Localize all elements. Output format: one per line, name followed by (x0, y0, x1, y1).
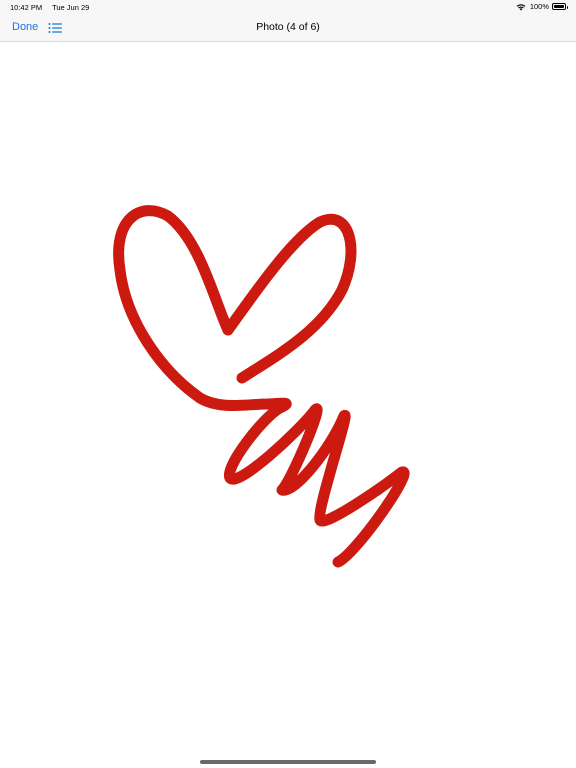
heart-right-lobe-stroke (222, 214, 357, 384)
home-indicator[interactable] (200, 760, 376, 764)
status-right: 100% (516, 2, 568, 11)
wifi-icon (516, 3, 526, 10)
scribble-stroke (113, 205, 410, 568)
status-left: 10:42 PM Tue Jun 29 (10, 3, 97, 12)
status-bar: 10:42 PM Tue Jun 29 100% (0, 0, 576, 14)
photo-viewer-screen: 10:42 PM Tue Jun 29 100% Done Photo (4 o… (0, 0, 576, 768)
battery-icon (552, 3, 568, 10)
page-title: Photo (4 of 6) (256, 21, 320, 33)
battery-fill (554, 5, 564, 8)
status-date: Tue Jun 29 (52, 3, 90, 12)
battery-percent: 100% (529, 2, 549, 11)
photo-canvas[interactable] (0, 42, 576, 760)
heart-scribble-drawing (113, 205, 410, 568)
navigation-bar: Done Photo (4 of 6) (0, 14, 576, 42)
status-time: 10:42 PM (10, 3, 43, 12)
